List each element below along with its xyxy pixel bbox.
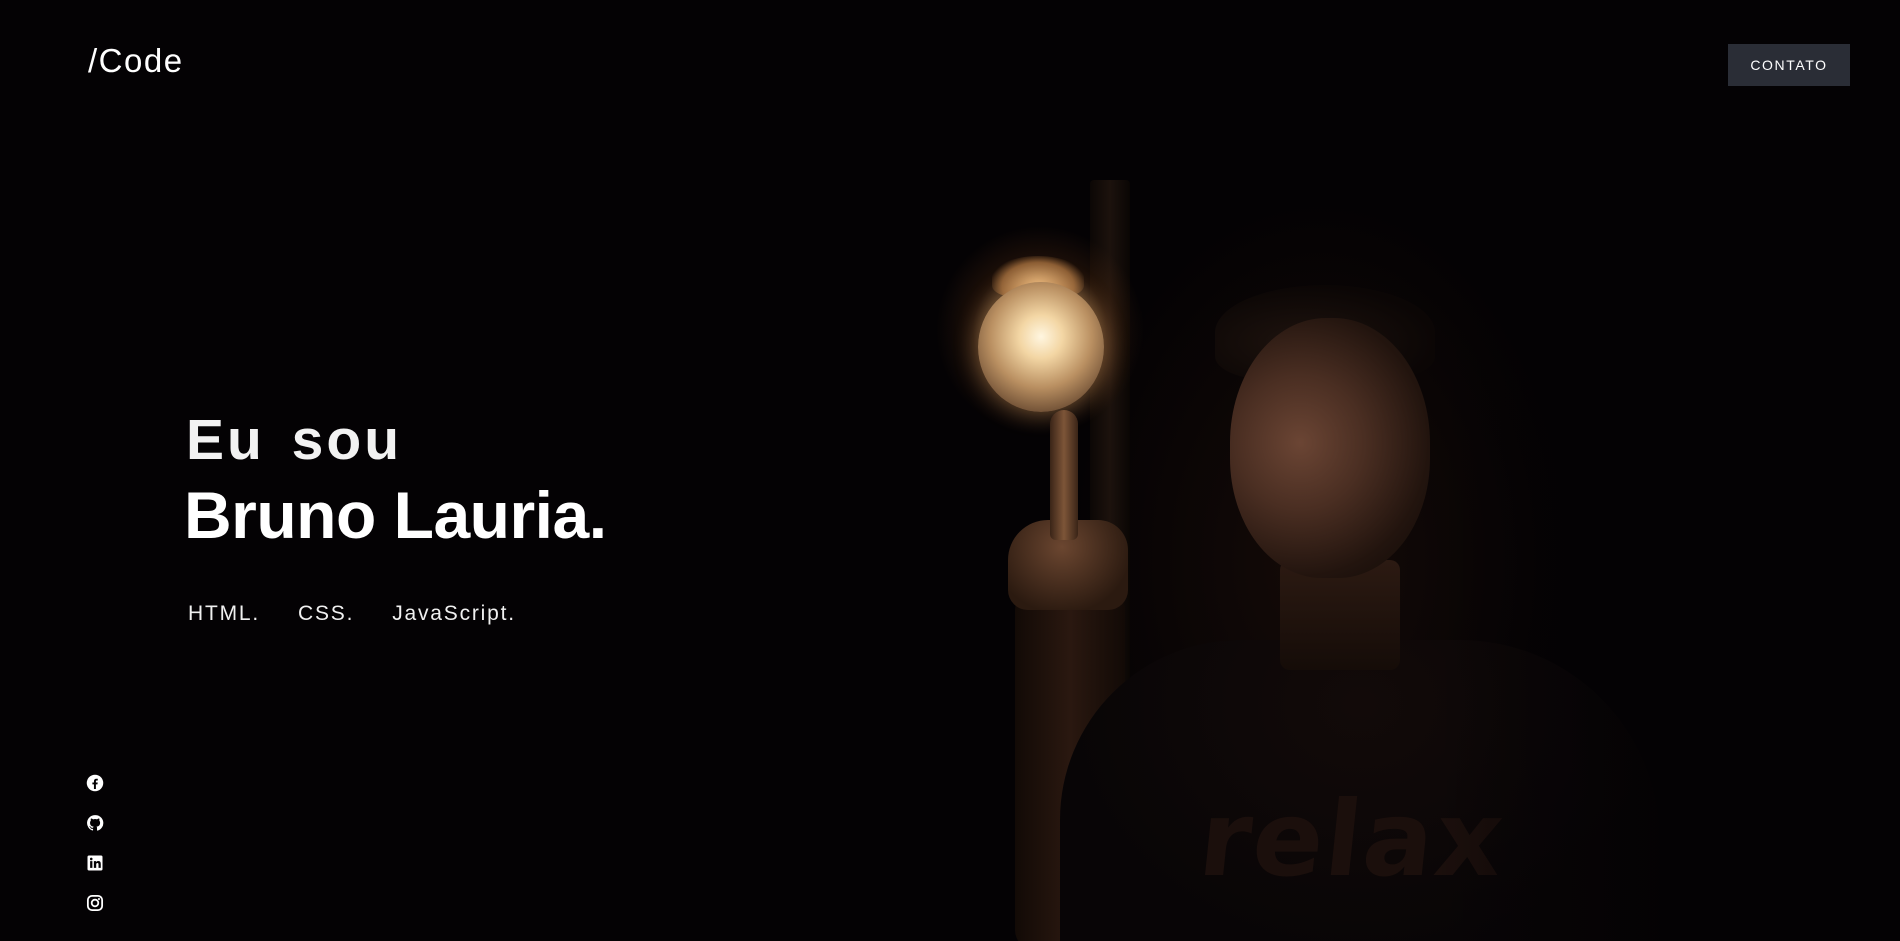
logo-text: Code [98, 42, 184, 79]
facebook-link[interactable] [86, 774, 104, 792]
logo-slash: / [88, 42, 99, 79]
skill-css: CSS. [298, 602, 355, 625]
hero-photo: relax [760, 0, 1700, 941]
hero-page: relax /Code CONTATO Eu sou Bruno Lauria.… [0, 0, 1900, 941]
instagram-icon [86, 894, 104, 912]
github-link[interactable] [86, 814, 104, 832]
skills-list: HTML. CSS. JavaScript. [188, 602, 516, 626]
linkedin-link[interactable] [86, 854, 104, 872]
contact-button[interactable]: CONTATO [1728, 44, 1850, 86]
hero-name: Bruno Lauria. [184, 478, 607, 552]
linkedin-icon [87, 855, 103, 871]
hero-greeting: Eu sou [186, 408, 403, 472]
github-icon [87, 815, 104, 831]
skill-html: HTML. [188, 602, 260, 625]
instagram-link[interactable] [86, 894, 104, 912]
facebook-icon [86, 774, 104, 792]
social-links [86, 774, 104, 912]
site-logo[interactable]: /Code [88, 44, 184, 77]
skill-javascript: JavaScript. [392, 602, 516, 625]
